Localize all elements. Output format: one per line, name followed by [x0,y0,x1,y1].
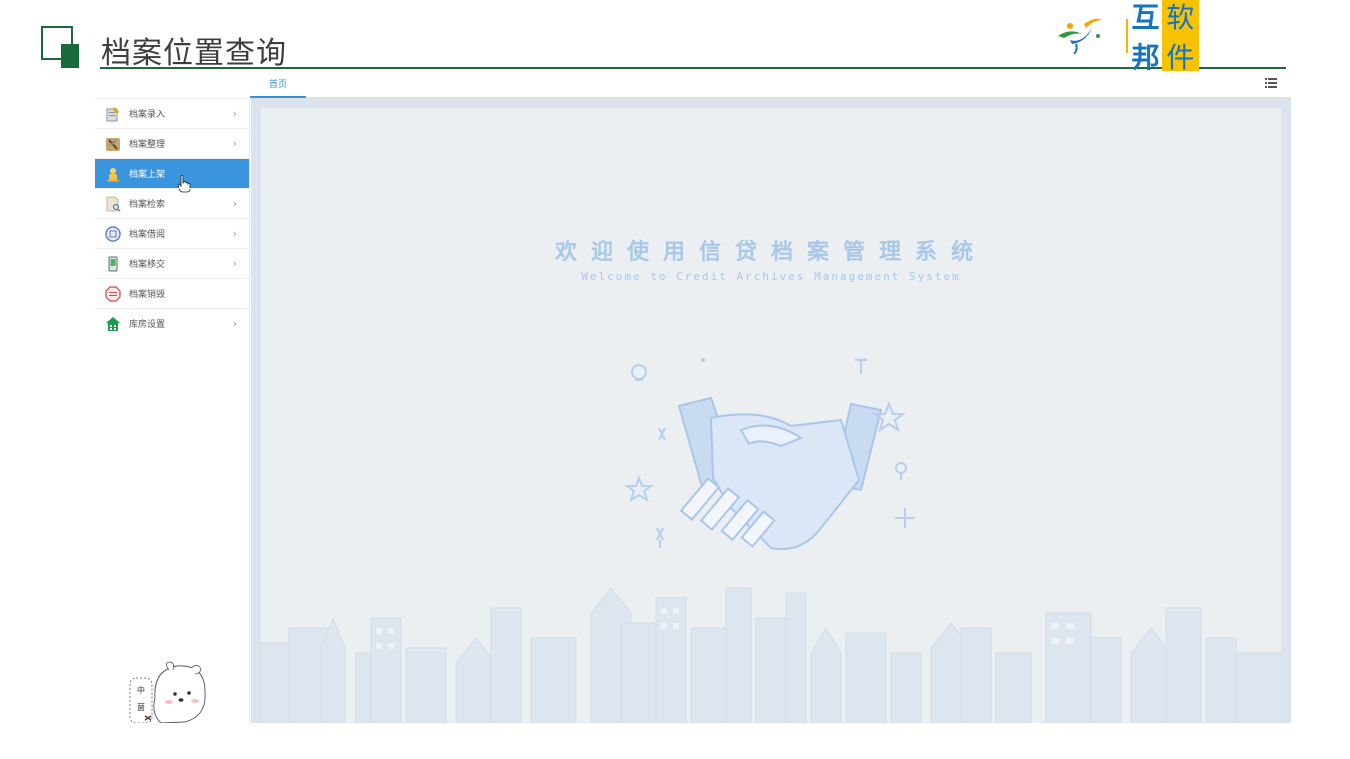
logo-text-primary: 互邦 [1131,1,1160,74]
borrow-badge-icon [105,225,121,242]
sidebar-item-label: 库房设置 [129,320,166,330]
sidebar-item-label: 档案销毁 [129,290,166,300]
logo-mark-icon [1058,18,1102,54]
welcome-panel: 欢迎使用信贷档案管理系统 Welcome to Credit Archives … [261,108,1281,723]
mascot-char-2: 菌 [137,702,145,712]
chevron-right-icon: › [232,227,237,240]
corner-decoration [41,26,79,68]
warehouse-icon [105,316,121,332]
chevron-right-icon: › [232,257,237,270]
tab-home[interactable]: 首页 [250,71,306,98]
chevron-right-icon: › [232,317,237,330]
slide-header: 档案位置查询 互邦 软件 [0,0,1350,76]
page-title: 档案位置查询 [101,36,287,71]
sidebar-item-archive-destroy[interactable]: 档案销毁 [95,278,249,308]
sidebar-item-archive-shelving[interactable]: 档案上架 [95,158,249,193]
mascot-illustration: 中 菌 [125,658,220,723]
document-edit-icon [105,106,121,122]
sidebar: 档案录入 › 档案整理 › 档案上架 档案检索 › 档案借阅 › 档案移交 › … [95,98,250,723]
mascot-char-1: 中 [137,685,145,695]
welcome-illustration [261,358,1281,723]
sidebar-item-archive-organize[interactable]: 档案整理 › [95,128,249,158]
shelf-person-icon [105,166,121,182]
sidebar-item-archive-entry[interactable]: 档案录入 › [95,98,249,128]
destroy-stamp-icon [105,285,121,302]
logo-text-secondary: 软件 [1162,0,1200,76]
main-content: 欢迎使用信贷档案管理系统 Welcome to Credit Archives … [251,98,1291,723]
chevron-right-icon: › [232,107,237,120]
app-window: 首页 档案录入 › 档案整理 › 档案上架 档案检索 › 档案借阅 › 档案移交… [95,71,1291,723]
sidebar-item-label: 档案整理 [129,140,166,150]
welcome-title-en: Welcome to Credit Archives Management Sy… [581,270,961,283]
sidebar-item-warehouse-settings[interactable]: 库房设置 › [95,308,249,338]
phone-transfer-icon [105,256,121,272]
tools-icon [105,136,121,152]
sidebar-item-archive-borrow[interactable]: 档案借阅 › [95,218,249,248]
sidebar-item-label: 档案借阅 [129,230,166,240]
chevron-right-icon: › [232,137,237,150]
welcome-title-cn: 欢迎使用信贷档案管理系统 [554,240,987,265]
document-search-icon [105,196,121,212]
sidebar-item-label: 档案检索 [129,200,166,210]
sidebar-item-label: 档案录入 [129,110,166,120]
tab-bar: 首页 [250,71,1291,98]
chevron-right-icon: › [232,197,237,210]
sidebar-item-archive-search[interactable]: 档案检索 › [95,188,249,218]
sidebar-item-archive-transfer[interactable]: 档案移交 › [95,248,249,278]
title-divider [100,67,1286,69]
sidebar-item-label: 档案移交 [129,260,166,270]
list-menu-icon[interactable] [1265,78,1277,88]
